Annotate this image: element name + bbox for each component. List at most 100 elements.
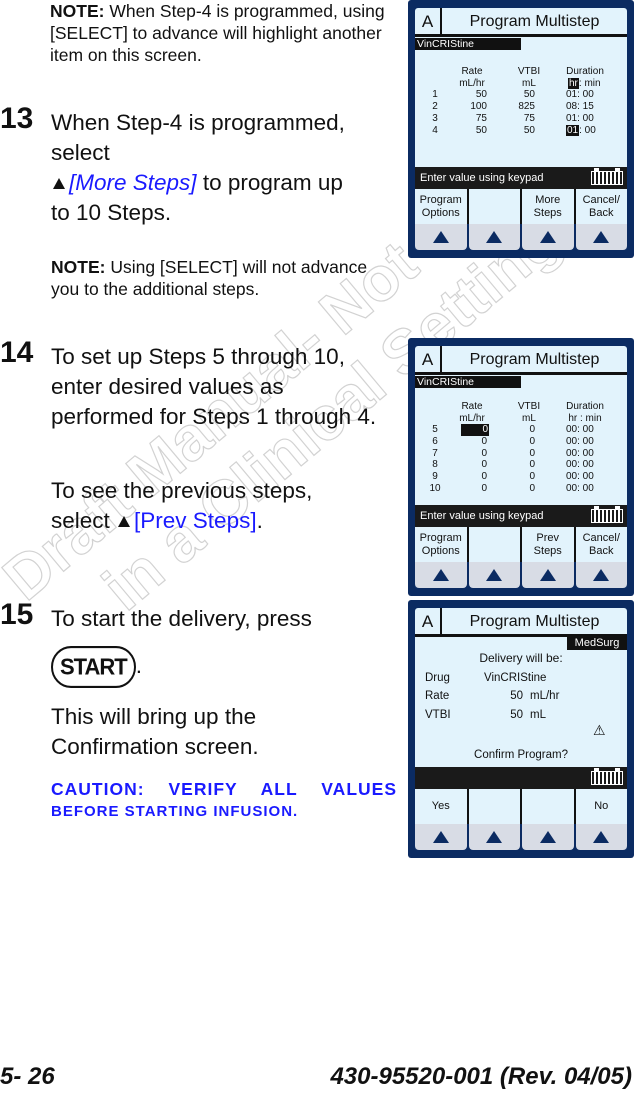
- duration-value[interactable]: 00: 00: [566, 448, 594, 460]
- duration-value[interactable]: 00: 00: [566, 471, 594, 483]
- duration-value[interactable]: 01: 00: [566, 89, 594, 101]
- screen-title: Program Multistep: [469, 351, 600, 368]
- rate-value[interactable]: 0: [455, 448, 487, 460]
- softkey-text: Program Options: [419, 531, 462, 557]
- profile-tag: MedSurg: [567, 637, 627, 650]
- duration-minutes[interactable]: : 00: [577, 89, 594, 100]
- screen-title: Program Multistep: [469, 613, 600, 630]
- vtbi-value[interactable]: 75: [505, 113, 535, 125]
- step-number: 8: [432, 459, 438, 471]
- rate-value[interactable]: 0: [455, 483, 487, 495]
- vtbi-value[interactable]: 0: [505, 436, 535, 448]
- rate-value[interactable]: 75: [455, 113, 487, 125]
- softkey-label: [522, 789, 576, 824]
- softkey-button-3[interactable]: [522, 562, 574, 588]
- duration-value[interactable]: 00: 00: [566, 459, 594, 471]
- prompt-bar: Enter value using keypad: [415, 505, 627, 527]
- vtbi-value[interactable]: 50: [505, 125, 535, 137]
- rate-value[interactable]: 0: [461, 424, 489, 436]
- rate-value[interactable]: 0: [455, 436, 487, 448]
- rate-value[interactable]: 100: [455, 101, 487, 113]
- more-steps-link[interactable]: [More Steps]: [69, 170, 197, 195]
- softkey-label: Prev Steps: [522, 527, 576, 562]
- vtbi-value[interactable]: 825: [505, 101, 535, 113]
- softkey-button-3[interactable]: [522, 824, 574, 850]
- softkey-button-1[interactable]: [415, 824, 467, 850]
- duration-hours[interactable]: 01: [566, 113, 577, 124]
- duration-value[interactable]: 00: 00: [566, 436, 594, 448]
- duration-minutes[interactable]: : 00: [577, 424, 594, 435]
- duration-minutes[interactable]: : 00: [577, 448, 594, 459]
- vtbi-value[interactable]: 50: [505, 89, 535, 101]
- duration-minutes[interactable]: : 00: [577, 436, 594, 447]
- vtbi-value[interactable]: 0: [505, 448, 535, 460]
- step-number-13: 13: [0, 102, 34, 135]
- status-bar: [415, 767, 627, 789]
- rate-unit: mL/hr: [530, 690, 560, 702]
- softkey-button-2[interactable]: [468, 824, 520, 850]
- duration-minutes[interactable]: : 00: [577, 459, 594, 470]
- duration-minutes[interactable]: : 00: [577, 113, 594, 124]
- softkey-button-2[interactable]: [468, 224, 520, 250]
- rate-header: Rate: [461, 66, 483, 77]
- softkey-button-2[interactable]: [468, 562, 520, 588]
- duration-value[interactable]: 00: 00: [566, 483, 594, 495]
- softkey-label: [469, 189, 522, 224]
- duration-value[interactable]: 08: 15: [566, 101, 594, 113]
- duration-hours[interactable]: 01: [566, 89, 577, 100]
- softkey-button-1[interactable]: [415, 224, 467, 250]
- rate-value[interactable]: 50: [455, 125, 487, 137]
- duration-value[interactable]: 00: 00: [566, 424, 594, 436]
- up-triangle-icon: [486, 569, 503, 581]
- rate-value[interactable]: 0: [455, 471, 487, 483]
- step-number: 2: [432, 101, 438, 112]
- duration-hours[interactable]: 00: [566, 483, 577, 494]
- softkey-button-4[interactable]: [575, 824, 627, 850]
- duration-hours[interactable]: 00: [566, 471, 577, 482]
- up-triangle-icon: [593, 831, 610, 843]
- rate-value[interactable]: 0: [455, 459, 487, 471]
- up-triangle-icon: [432, 831, 449, 843]
- softkey-text: Cancel/ Back: [582, 531, 620, 557]
- duration-minutes[interactable]: : 15: [577, 101, 594, 112]
- duration-hours[interactable]: 00: [566, 459, 577, 470]
- channel-label: A: [415, 608, 442, 635]
- vtbi-value[interactable]: 0: [505, 459, 535, 471]
- pump-screen-confirm: A Program Multistep MedSurg Delivery wil…: [408, 600, 634, 858]
- note-13: NOTE: Using [SELECT] will not advance yo…: [51, 257, 368, 299]
- rate-value[interactable]: 50: [455, 89, 487, 101]
- up-triangle-icon: [486, 831, 503, 843]
- step-number: 6: [432, 435, 438, 447]
- up-triangle-icon: [486, 231, 503, 243]
- duration-hours[interactable]: 00: [566, 436, 577, 447]
- softkey-text: Yes: [431, 800, 450, 812]
- softkey-button-4[interactable]: [575, 224, 627, 250]
- prev-steps-link[interactable]: [Prev Steps]: [134, 508, 257, 533]
- vtbi-value[interactable]: 0: [505, 424, 535, 436]
- duration-minutes[interactable]: : 00: [577, 483, 594, 494]
- channel-label: A: [415, 346, 442, 373]
- battery-icon: [591, 506, 623, 523]
- softkey-button-4[interactable]: [575, 562, 627, 588]
- duration-minutes[interactable]: : 00: [577, 471, 594, 482]
- softkey-label: Cancel/ Back: [576, 189, 628, 224]
- step-number: 5: [432, 424, 438, 435]
- confirm-question: Confirm Program?: [474, 749, 568, 761]
- triangle-icon: [53, 177, 65, 189]
- duration-hours[interactable]: 08: [566, 101, 577, 112]
- duration-value[interactable]: 01: 00: [566, 125, 596, 137]
- step-14-prev: To see the previous steps, select [Prev …: [51, 478, 313, 533]
- vtbi-value[interactable]: 0: [505, 483, 535, 495]
- softkey-button-3[interactable]: [522, 224, 574, 250]
- duration-hours[interactable]: 00: [566, 424, 577, 435]
- duration-value[interactable]: 01: 00: [566, 113, 594, 125]
- step-number: 3: [432, 113, 438, 124]
- duration-minutes[interactable]: : 00: [579, 125, 596, 136]
- drug-label: Drug: [425, 672, 450, 684]
- duration-hours[interactable]: 01: [566, 125, 580, 136]
- start-key-icon: START: [51, 646, 136, 688]
- softkey-button-1[interactable]: [415, 562, 467, 588]
- duration-hours[interactable]: 00: [566, 448, 577, 459]
- step-number: 10: [429, 483, 441, 494]
- vtbi-value[interactable]: 0: [505, 471, 535, 483]
